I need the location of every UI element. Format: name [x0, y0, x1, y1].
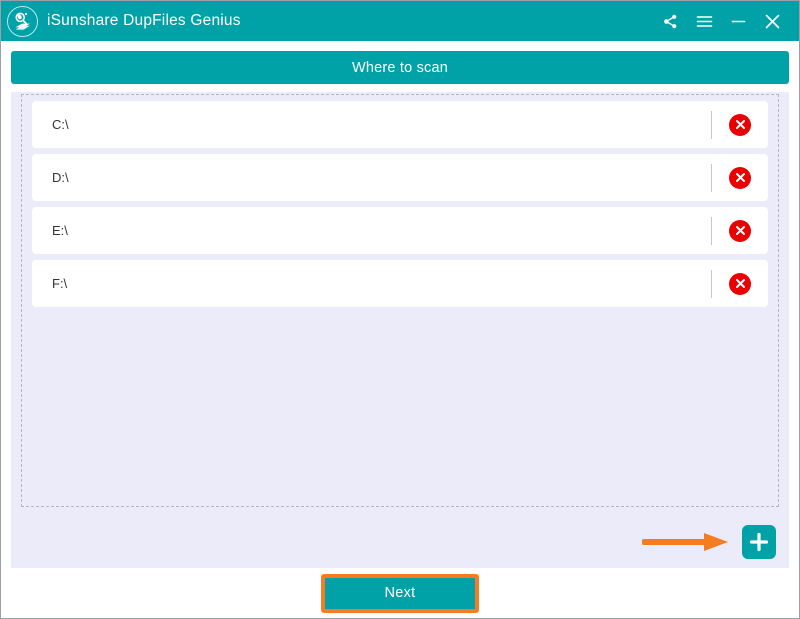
drive-path-label: F:\ — [52, 276, 68, 291]
app-title: iSunshare DupFiles Genius — [47, 12, 241, 29]
app-window: iSunshare DupFiles Genius Where to scan … — [0, 0, 800, 619]
section-header: Where to scan — [11, 51, 789, 84]
table-row[interactable]: E:\ — [32, 207, 768, 254]
table-row[interactable]: F:\ — [32, 260, 768, 307]
table-row[interactable]: D:\ — [32, 154, 768, 201]
close-icon[interactable] — [755, 4, 789, 38]
remove-circle-icon — [729, 166, 751, 189]
content-area: C:\ D:\ E:\ F:\ — [11, 92, 789, 568]
remove-drive-button[interactable] — [712, 154, 768, 201]
drive-path-label: C:\ — [52, 117, 69, 132]
minimize-icon[interactable] — [721, 4, 755, 38]
share-icon[interactable] — [653, 4, 687, 38]
remove-circle-icon — [729, 113, 751, 136]
section-header-title: Where to scan — [351, 59, 449, 76]
add-drive-row — [21, 513, 779, 568]
remove-drive-button[interactable] — [712, 207, 768, 254]
title-bar: iSunshare DupFiles Genius — [1, 1, 799, 41]
remove-drive-button[interactable] — [712, 101, 768, 148]
next-button-highlight: Next — [321, 573, 479, 613]
app-logo-icon — [7, 5, 38, 37]
remove-drive-button[interactable] — [712, 260, 768, 307]
remove-circle-icon — [729, 219, 751, 242]
add-folder-button[interactable] — [742, 525, 776, 559]
footer-bar: Next — [1, 568, 799, 618]
table-row[interactable]: C:\ — [32, 101, 768, 148]
drive-path-label: D:\ — [52, 170, 69, 185]
drive-path-label: E:\ — [52, 223, 68, 238]
orange-arrow-right-annotation — [642, 530, 730, 554]
drive-list-dropzone[interactable]: C:\ D:\ E:\ F:\ — [21, 94, 779, 507]
next-button-label: Next — [384, 585, 416, 601]
remove-circle-icon — [729, 272, 751, 295]
hamburger-menu-icon[interactable] — [687, 4, 721, 38]
next-button[interactable]: Next — [325, 577, 475, 609]
